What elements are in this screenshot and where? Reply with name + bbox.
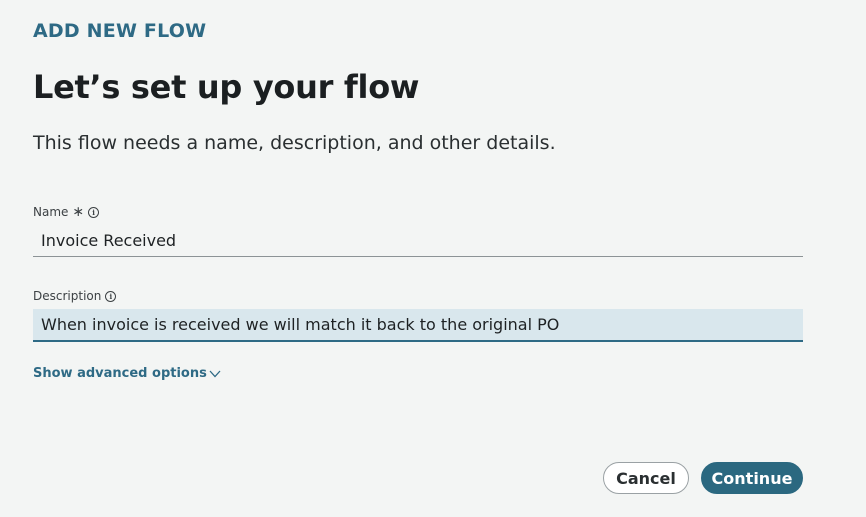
- description-field-label: Description i: [33, 289, 117, 303]
- name-field-label: Name ∗ i: [33, 204, 100, 220]
- add-flow-page: ADD NEW FLOW Let’s set up your flow This…: [0, 0, 866, 517]
- name-input-value: Invoice Received: [41, 231, 177, 250]
- asterisk-icon: ∗: [72, 204, 85, 220]
- page-subtitle: This flow needs a name, description, and…: [33, 132, 556, 154]
- show-advanced-options-link[interactable]: Show advanced options: [33, 366, 221, 381]
- description-label-text: Description: [33, 289, 102, 303]
- info-icon[interactable]: i: [88, 206, 100, 218]
- continue-button[interactable]: Continue: [701, 462, 803, 494]
- name-label-text: Name: [33, 205, 69, 219]
- name-input[interactable]: Invoice Received: [33, 225, 803, 257]
- advanced-options-label: Show advanced options: [33, 366, 207, 381]
- eyebrow-heading: ADD NEW FLOW: [33, 20, 207, 42]
- description-input-value: When invoice is received we will match i…: [41, 315, 560, 334]
- chevron-down-icon: [209, 370, 221, 378]
- page-title: Let’s set up your flow: [33, 68, 420, 106]
- cancel-button[interactable]: Cancel: [603, 462, 689, 494]
- info-icon[interactable]: i: [105, 290, 117, 302]
- description-input[interactable]: When invoice is received we will match i…: [33, 309, 803, 342]
